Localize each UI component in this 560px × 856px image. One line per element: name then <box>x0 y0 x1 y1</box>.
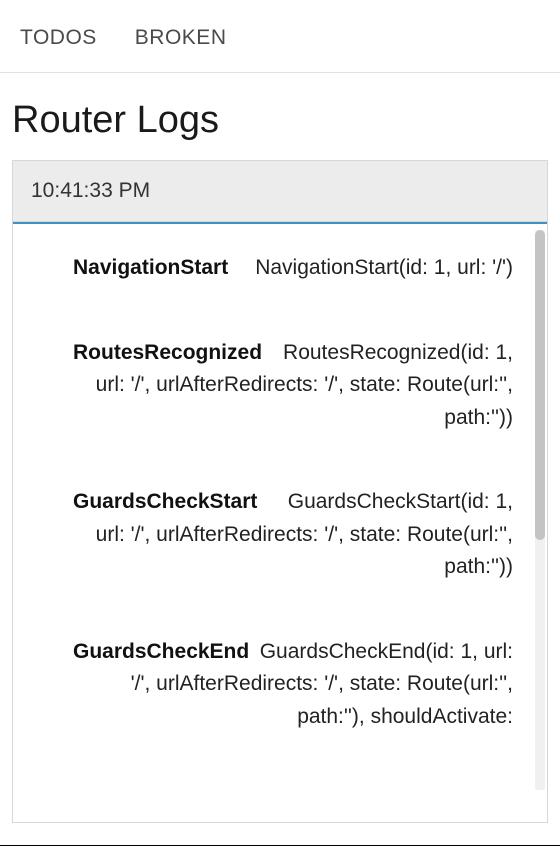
log-scroll-area[interactable]: NavigationStart NavigationStart(id: 1, u… <box>13 222 547 822</box>
log-timestamp: 10:41:33 PM <box>13 161 547 222</box>
page-title: Router Logs <box>12 99 548 142</box>
log-list: NavigationStart NavigationStart(id: 1, u… <box>13 224 547 755</box>
log-entry: GuardsCheckStart GuardsCheckStart(id: 1,… <box>73 486 513 584</box>
nav-item-todos[interactable]: TODOS <box>20 26 97 50</box>
nav-item-broken[interactable]: BROKEN <box>135 26 227 50</box>
log-entry: GuardsCheckEnd GuardsCheckEnd(id: 1, url… <box>73 636 513 734</box>
log-event-detail: NavigationStart(id: 1, url: '/') <box>255 256 513 279</box>
log-event-name: GuardsCheckStart <box>73 486 257 519</box>
log-card: 10:41:33 PM NavigationStart NavigationSt… <box>12 160 548 823</box>
log-event-name: GuardsCheckEnd <box>73 636 249 669</box>
bottom-divider <box>0 845 560 846</box>
scrollbar-thumb[interactable] <box>535 230 545 540</box>
log-event-name: NavigationStart <box>73 252 228 285</box>
log-event-name: RoutesRecognized <box>73 337 262 370</box>
log-entry: RoutesRecognized RoutesRecognized(id: 1,… <box>73 337 513 435</box>
log-entry: NavigationStart NavigationStart(id: 1, u… <box>73 252 513 285</box>
top-nav: TODOS BROKEN <box>0 0 560 73</box>
